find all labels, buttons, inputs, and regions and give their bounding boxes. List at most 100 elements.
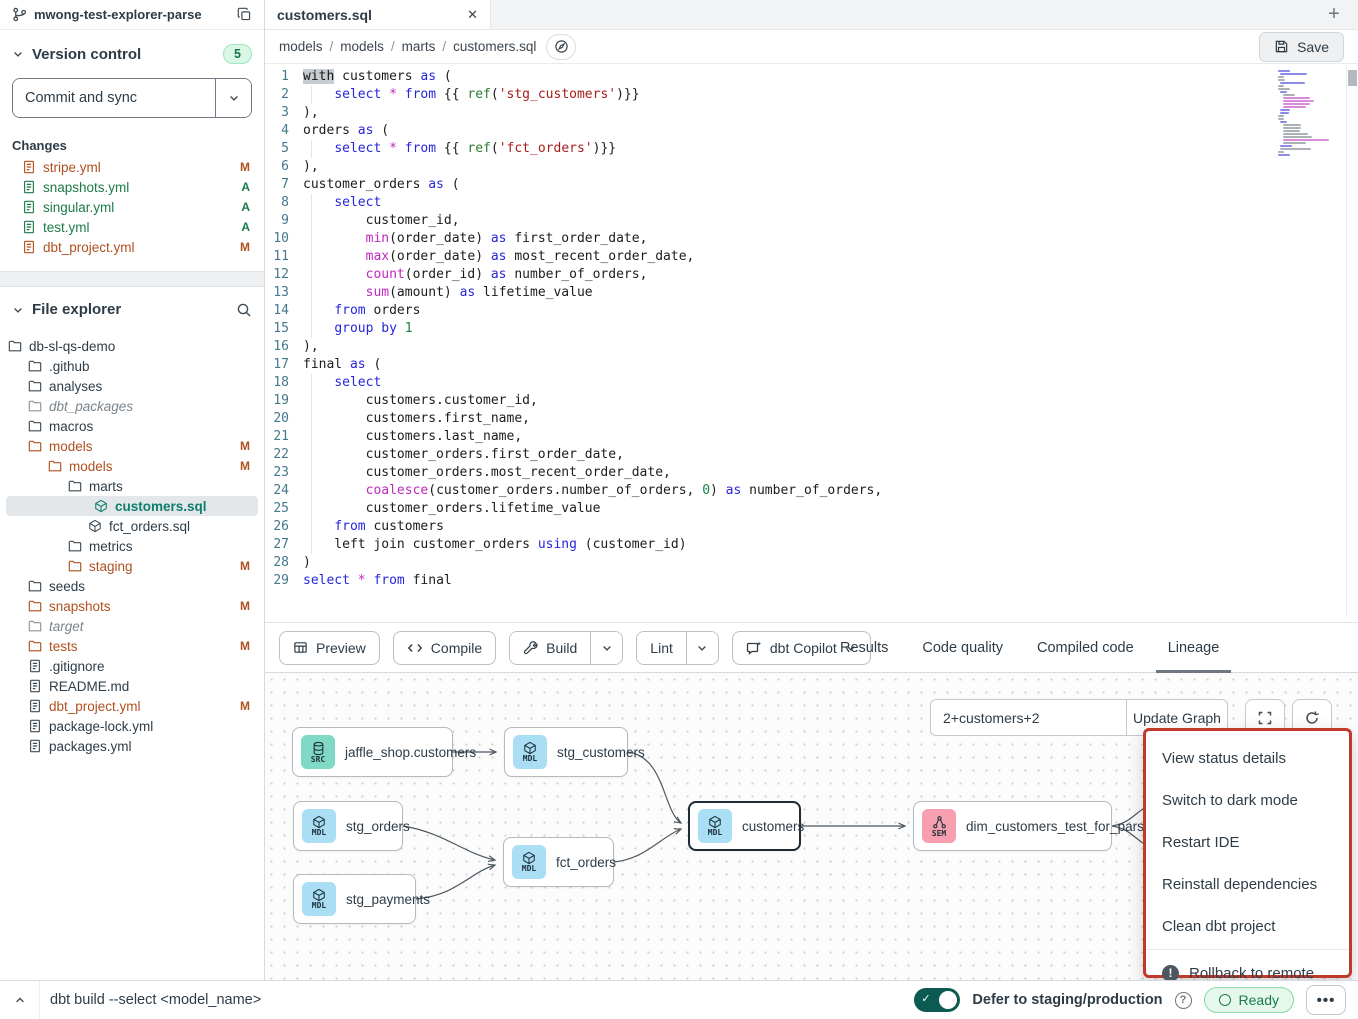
tree-item-tests[interactable]: testsM	[0, 636, 264, 656]
code-line[interactable]: 23 customer_orders.most_recent_order_dat…	[265, 464, 1358, 482]
tab-customers-sql[interactable]: customers.sql ✕	[265, 0, 491, 29]
code-line[interactable]: 27 left join customer_orders using (cust…	[265, 536, 1358, 554]
tree-item-db-sl-qs-demo[interactable]: db-sl-qs-demo	[0, 336, 264, 356]
menu-item-rollback-to-remote[interactable]: !Rollback to remote	[1146, 952, 1349, 980]
tree-item-dbt-packages[interactable]: dbt_packages	[0, 396, 264, 416]
code-line[interactable]: 17final as (	[265, 356, 1358, 374]
more-options-button[interactable]: •••	[1306, 985, 1346, 1015]
open-in-explorer-icon[interactable]	[546, 34, 576, 60]
tree-item-readme-md[interactable]: README.md	[0, 676, 264, 696]
code-line[interactable]: 26 from customers	[265, 518, 1358, 536]
code-line[interactable]: 2 select * from {{ ref('stg_customers')}…	[265, 86, 1358, 104]
code-line[interactable]: 18 select	[265, 374, 1358, 392]
code-line[interactable]: 3),	[265, 104, 1358, 122]
tree-item-models[interactable]: modelsM	[0, 456, 264, 476]
code-line[interactable]: 21 customers.last_name,	[265, 428, 1358, 446]
breadcrumb-item[interactable]: models	[279, 39, 323, 54]
breadcrumb-item[interactable]: marts	[402, 39, 436, 54]
menu-item-view-status-details[interactable]: View status details	[1146, 737, 1349, 779]
breadcrumb-item[interactable]: customers.sql	[453, 39, 536, 54]
code-line[interactable]: 12 count(order_id) as number_of_orders,	[265, 266, 1358, 284]
tree-item-dbt-project-yml[interactable]: dbt_project.ymlM	[0, 696, 264, 716]
code-line[interactable]: 4orders as (	[265, 122, 1358, 140]
commit-and-sync-button[interactable]: Commit and sync	[13, 79, 215, 117]
lineage-selector-input[interactable]: 2+customers+2	[930, 699, 1126, 736]
menu-item-switch-to-dark-mode[interactable]: Switch to dark mode	[1146, 779, 1349, 821]
tree-item-target[interactable]: target	[0, 616, 264, 636]
code-line[interactable]: 7customer_orders as (	[265, 176, 1358, 194]
tab-compiled-code[interactable]: Compiled code	[1037, 623, 1134, 673]
save-button[interactable]: Save	[1259, 32, 1344, 62]
code-line[interactable]: 14 from orders	[265, 302, 1358, 320]
code-line[interactable]: 9 customer_id,	[265, 212, 1358, 230]
close-tab-icon[interactable]: ✕	[467, 7, 478, 23]
code-line[interactable]: 25 customer_orders.lifetime_value	[265, 500, 1358, 518]
tree-item-package-lock-yml[interactable]: package-lock.yml	[0, 716, 264, 736]
tree-item-macros[interactable]: macros	[0, 416, 264, 436]
tree-item-customers-sql[interactable]: customers.sql	[6, 496, 258, 516]
expand-command-bar-icon[interactable]	[0, 981, 40, 1019]
code-line[interactable]: 10 min(order_date) as first_order_date,	[265, 230, 1358, 248]
tree-item-staging[interactable]: stagingM	[0, 556, 264, 576]
copy-icon[interactable]	[237, 7, 252, 22]
lineage-node-stg-orders[interactable]: MDL stg_orders	[293, 801, 403, 851]
lineage-node-dim-customers-test-for-parse[interactable]: SEM dim_customers_test_for_parse	[913, 801, 1112, 851]
code-line[interactable]: 1with customers as (	[265, 68, 1358, 86]
tab-lineage[interactable]: Lineage	[1168, 623, 1220, 673]
tree-item-analyses[interactable]: analyses	[0, 376, 264, 396]
menu-item-restart-ide[interactable]: Restart IDE	[1146, 821, 1349, 863]
tree-item-fct-orders-sql[interactable]: fct_orders.sql	[0, 516, 264, 536]
file-explorer-header[interactable]: File explorer	[0, 287, 264, 328]
changed-file-row[interactable]: test.yml A	[0, 217, 264, 237]
menu-item-reinstall-dependencies[interactable]: Reinstall dependencies	[1146, 863, 1349, 905]
preview-button[interactable]: Preview	[279, 631, 380, 665]
changed-file-row[interactable]: snapshots.yml A	[0, 177, 264, 197]
lint-options-caret[interactable]	[686, 632, 718, 664]
code-line[interactable]: 20 customers.first_name,	[265, 410, 1358, 428]
code-line[interactable]: 16),	[265, 338, 1358, 356]
lineage-node-customers[interactable]: MDL customers	[688, 801, 801, 851]
code-line[interactable]: 5 select * from {{ ref('fct_orders')}}	[265, 140, 1358, 158]
minimap[interactable]	[1278, 70, 1336, 157]
tree-item-models[interactable]: modelsM	[0, 436, 264, 456]
lineage-node-fct-orders[interactable]: MDL fct_orders	[503, 837, 614, 887]
code-editor[interactable]: 1with customers as (2 select * from {{ r…	[265, 64, 1358, 622]
tree-item-packages-yml[interactable]: packages.yml	[0, 736, 264, 756]
lineage-canvas[interactable]: SRC jaffle_shop.customers MDL stg_custom…	[265, 673, 1358, 980]
compile-button[interactable]: Compile	[393, 631, 496, 665]
lineage-node-stg-customers[interactable]: MDL stg_customers	[504, 727, 628, 777]
scrollbar-thumb[interactable]	[1348, 70, 1357, 86]
changed-file-row[interactable]: singular.yml A	[0, 197, 264, 217]
changed-file-row[interactable]: dbt_project.yml M	[0, 237, 264, 257]
code-line[interactable]: 22 customer_orders.first_order_date,	[265, 446, 1358, 464]
tree-item-seeds[interactable]: seeds	[0, 576, 264, 596]
build-button[interactable]: Build	[510, 632, 590, 664]
code-line[interactable]: 19 customers.customer_id,	[265, 392, 1358, 410]
tree-item--gitignore[interactable]: .gitignore	[0, 656, 264, 676]
help-icon[interactable]: ?	[1175, 992, 1192, 1009]
code-line[interactable]: 24 coalesce(customer_orders.number_of_or…	[265, 482, 1358, 500]
code-line[interactable]: 28)	[265, 554, 1358, 572]
code-line[interactable]: 29select * from final	[265, 572, 1358, 590]
code-line[interactable]: 13 sum(amount) as lifetime_value	[265, 284, 1358, 302]
lint-button[interactable]: Lint	[637, 632, 686, 664]
commit-options-caret[interactable]	[215, 79, 251, 117]
breadcrumb-item[interactable]: models	[340, 39, 384, 54]
tree-item-marts[interactable]: marts	[0, 476, 264, 496]
tab-results[interactable]: Results	[840, 623, 888, 673]
search-icon[interactable]	[236, 302, 252, 318]
tree-item--github[interactable]: .github	[0, 356, 264, 376]
new-tab-button[interactable]: +	[1310, 0, 1358, 29]
code-line[interactable]: 15 group by 1	[265, 320, 1358, 338]
changed-file-row[interactable]: stripe.yml M	[0, 157, 264, 177]
lineage-node-jaffle-shop-customers[interactable]: SRC jaffle_shop.customers	[292, 727, 453, 777]
version-control-header[interactable]: Version control 5	[0, 30, 264, 74]
code-line[interactable]: 8 select	[265, 194, 1358, 212]
tree-item-snapshots[interactable]: snapshotsM	[0, 596, 264, 616]
editor-scrollbar[interactable]	[1346, 66, 1357, 618]
menu-item-clean-dbt-project[interactable]: Clean dbt project	[1146, 905, 1349, 947]
build-options-caret[interactable]	[590, 632, 622, 664]
command-input[interactable]: dbt build --select <model_name>	[50, 992, 261, 1008]
code-line[interactable]: 11 max(order_date) as most_recent_order_…	[265, 248, 1358, 266]
tree-item-metrics[interactable]: metrics	[0, 536, 264, 556]
